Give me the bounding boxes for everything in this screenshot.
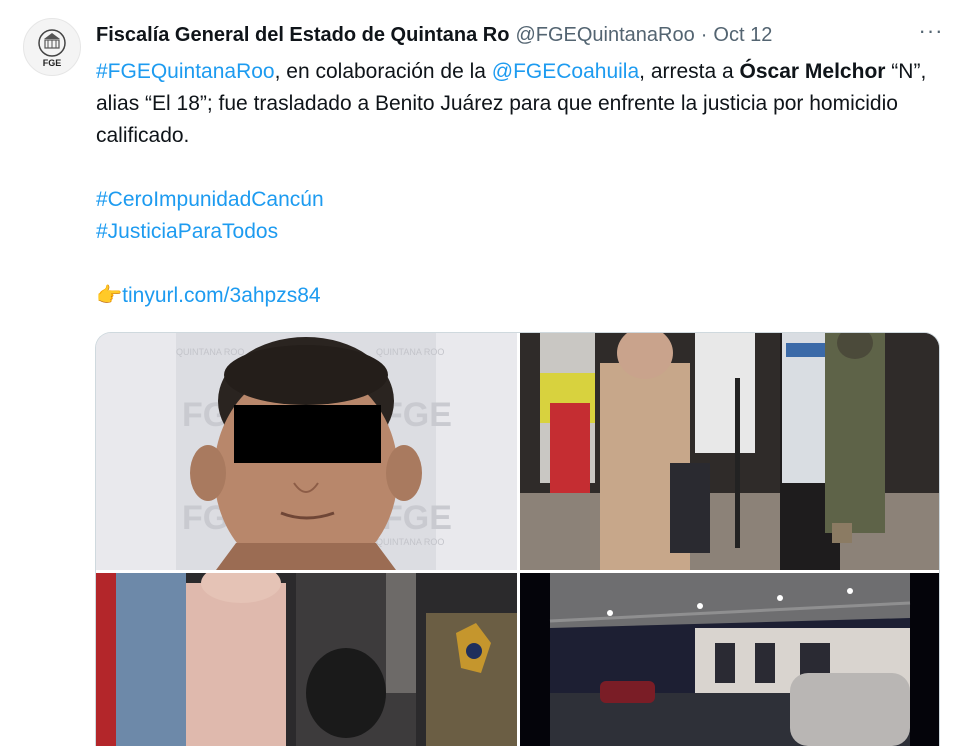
author-name[interactable]: Fiscalía General del Estado de Quintana … [96, 24, 509, 47]
tweet-header: Fiscalía General del Estado de Quintana … [96, 20, 946, 50]
transfer-photo[interactable] [96, 573, 517, 746]
tweet-paragraph: #FGEQuintanaRoo, en colaboración de la @… [96, 56, 946, 152]
author-avatar[interactable]: FGE [23, 18, 81, 76]
escort-photo[interactable] [520, 333, 939, 570]
author-handle[interactable]: @FGEQuintanaRoo [515, 24, 694, 47]
hashtag-justicia[interactable]: #JusticiaParaTodos [96, 220, 278, 243]
mugshot-photo[interactable]: FGE FGE FGE FGE QUINTANA ROO QUINTANA RO… [96, 333, 517, 570]
more-options-icon[interactable]: ··· [916, 20, 946, 48]
mention-fge-quintana-roo[interactable]: #FGEQuintanaRoo [96, 60, 275, 83]
night-vehicle-photo[interactable] [520, 573, 939, 746]
hashtag-cero-impunidad[interactable]: #CeroImpunidadCancún [96, 188, 324, 211]
watermark-quintana-roo: QUINTANA ROO [176, 347, 244, 357]
mention-fge-coahuila[interactable]: @FGECoahuila [492, 60, 639, 83]
tweet-text: #FGEQuintanaRoo, en colaboración de la @… [96, 56, 946, 312]
tinyurl-link[interactable]: tinyurl.com/3ahpzs84 [122, 284, 320, 307]
avatar-text: FGE [43, 58, 62, 68]
media-grid: FGE FGE FGE FGE QUINTANA ROO QUINTANA RO… [95, 332, 940, 746]
bold-name: Óscar Melchor [739, 60, 886, 83]
watermark-quintana-roo: QUINTANA ROO [376, 537, 444, 547]
tweet-date[interactable]: Oct 12 [713, 24, 772, 47]
header-separator: · [700, 23, 708, 46]
text-part: , en colaboración de la [274, 60, 492, 83]
watermark-quintana-roo: QUINTANA ROO [376, 347, 444, 357]
fge-logo-icon: FGE [38, 29, 66, 68]
text-part: , arresta a [639, 60, 740, 83]
pointing-hand-icon: 👉 [96, 284, 123, 307]
